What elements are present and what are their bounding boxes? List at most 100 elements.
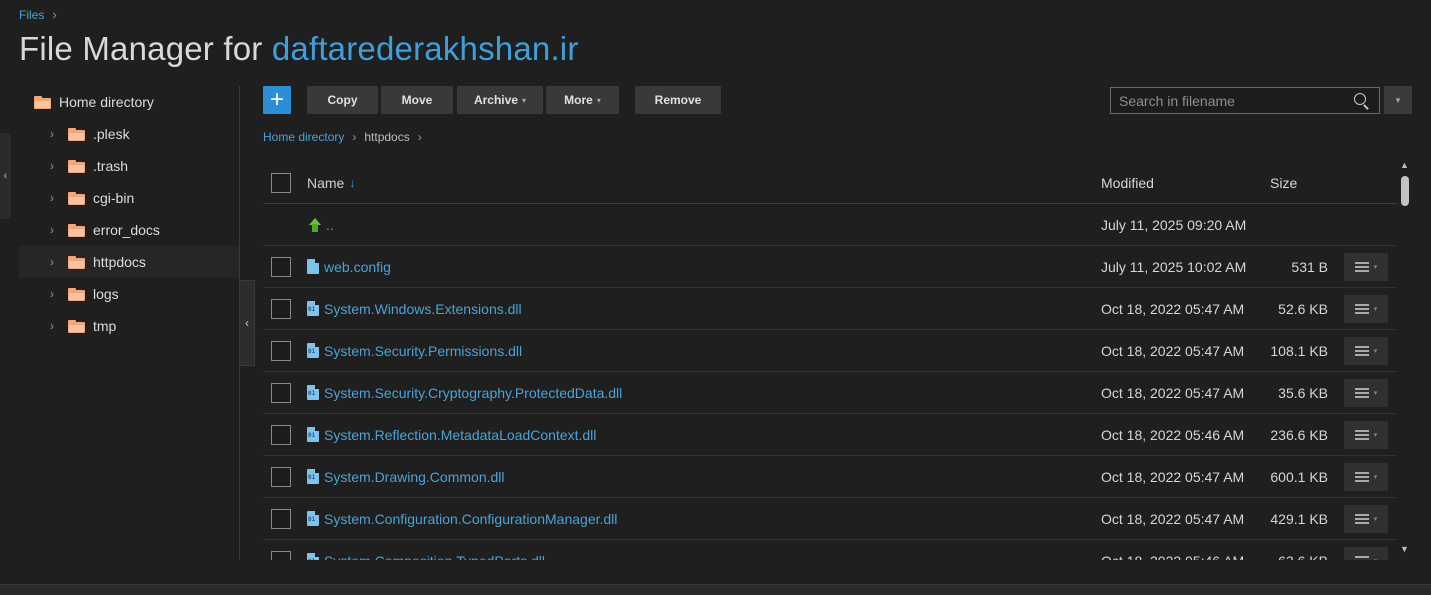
table-row-parent[interactable]: .. July 11, 2025 09:20 AM [263,204,1397,246]
folder-icon [68,255,85,269]
row-actions-menu-button[interactable]: ▾ [1344,420,1388,449]
collapse-tree-button[interactable]: ‹ [239,280,255,366]
hamburger-icon [1354,429,1369,440]
table-row[interactable]: 01 System.Drawing.Common.dll Oct 18, 2022 … [263,456,1397,498]
parent-directory-link[interactable]: .. [307,217,334,233]
remove-button[interactable]: Remove [635,86,721,114]
hamburger-icon [1354,261,1369,272]
sort-arrow-down-icon: ↓ [349,175,356,190]
copy-button[interactable]: Copy [307,86,378,114]
row-checkbox[interactable] [271,298,291,319]
row-checkbox[interactable] [271,508,291,529]
tree-item-cgi-bin[interactable]: › cgi-bin [19,182,239,214]
file-name-link[interactable]: System.Security.Permissions.dll [324,343,522,359]
modified-cell: Oct 18, 2022 05:47 AM [1101,342,1245,359]
collapse-left-panel-button[interactable]: ‹ [0,133,11,219]
chevron-down-icon: ▾ [1395,94,1401,105]
modified-column-header[interactable]: Modified [1101,175,1154,191]
file-name-cell[interactable]: 01 System.Security.Permissions.dll [307,343,522,359]
file-name-link[interactable]: web.config [324,259,391,275]
row-checkbox[interactable] [271,256,291,277]
chevron-right-icon[interactable]: › [46,255,58,269]
file-name-cell[interactable]: 01 System.Drawing.Common.dll [307,469,505,485]
file-name-link[interactable]: System.Security.Cryptography.ProtectedDa… [324,385,622,401]
page-title: File Manager for daftarederakhshan.ir [19,30,579,68]
file-name-cell[interactable]: 01 System.Reflection.MetadataLoadContext.… [307,427,596,443]
modified-cell: July 11, 2025 10:02 AM [1101,258,1247,275]
row-actions-menu-button[interactable]: ▾ [1344,462,1388,491]
file-name-cell[interactable]: 01 System.Security.Cryptography.Protected… [307,385,622,401]
file-name-link[interactable]: System.Windows.Extensions.dll [324,301,522,317]
file-name-link[interactable]: System.Composition.TypedParts.dll [324,553,545,561]
row-actions-menu-button[interactable]: ▾ [1344,252,1388,281]
row-checkbox[interactable] [271,424,291,445]
search-options-button[interactable]: ▾ [1384,86,1412,114]
file-name-link[interactable]: System.Drawing.Common.dll [324,469,505,485]
file-name-cell[interactable]: 01 System.Windows.Extensions.dll [307,301,522,317]
table-row[interactable]: 01 System.Composition.TypedParts.dll Oct 1… [263,540,1397,560]
binary-file-icon: 01 [307,553,319,560]
breadcrumb-separator-icon: › [52,7,57,22]
row-actions-menu-button[interactable]: ▾ [1344,294,1388,323]
row-checkbox[interactable] [271,382,291,403]
breadcrumb-files-link[interactable]: Files [19,8,44,22]
table-row[interactable]: 01 System.Configuration.ConfigurationMana… [263,498,1397,540]
tree-item-tmp[interactable]: › tmp [19,310,239,342]
search-icon[interactable] [1353,92,1371,110]
scrollbar-thumb[interactable] [1401,176,1409,206]
tree-item-logs[interactable]: › logs [19,278,239,310]
page-title-domain[interactable]: daftarederakhshan.ir [272,30,579,67]
modified-cell: Oct 18, 2022 05:46 AM [1101,426,1245,443]
tree-item-httpdocs[interactable]: › httpdocs [19,246,239,278]
size-cell: 236.6 KB [1270,426,1328,443]
tree-item-error-docs[interactable]: › error_docs [19,214,239,246]
select-all-checkbox[interactable] [271,172,291,193]
size-cell: 600.1 KB [1270,468,1328,485]
file-name-cell[interactable]: 01 System.Configuration.ConfigurationMana… [307,511,617,527]
size-column-header[interactable]: Size [1270,175,1297,191]
table-row[interactable]: 01 System.Security.Permissions.dll Oct 18,… [263,330,1397,372]
tree-item-home-directory[interactable]: Home directory [19,86,239,118]
row-actions-menu-button[interactable]: ▾ [1344,546,1388,560]
add-button[interactable]: + [263,86,291,114]
chevron-right-icon[interactable]: › [46,159,58,173]
move-button[interactable]: Move [381,86,453,114]
chevron-right-icon[interactable]: › [46,287,58,301]
copy-button-label: Copy [327,93,358,107]
file-name-link[interactable]: System.Reflection.MetadataLoadContext.dl… [324,427,596,443]
file-name-cell[interactable]: 01 System.Composition.TypedParts.dll [307,553,545,561]
chevron-right-icon[interactable]: › [46,223,58,237]
table-row[interactable]: web.config July 11, 2025 10:02 AM 531 B ▾ [263,246,1397,288]
chevron-right-icon[interactable]: › [46,127,58,141]
row-actions-menu-button[interactable]: ▾ [1344,504,1388,533]
more-button[interactable]: More ▾ [546,86,619,114]
name-column-header[interactable]: Name ↓ [307,175,355,191]
modified-cell: Oct 18, 2022 05:47 AM [1101,468,1245,485]
file-name-cell[interactable]: web.config [307,259,391,275]
chevron-down-icon: ▾ [596,95,601,105]
search-input[interactable]: Search in filename [1110,87,1380,114]
row-actions-menu-button[interactable]: ▾ [1344,378,1388,407]
row-actions-menu-button[interactable]: ▾ [1344,336,1388,365]
size-cell: 531 B [1291,258,1328,275]
chevron-down-icon: ▾ [1373,305,1378,313]
binary-file-icon: 01 [307,301,319,316]
table-row[interactable]: 01 System.Windows.Extensions.dll Oct 18, 2… [263,288,1397,330]
scroll-up-arrow-icon[interactable]: ▲ [1400,160,1409,170]
archive-button[interactable]: Archive ▾ [457,86,543,114]
row-checkbox[interactable] [271,466,291,487]
file-name-link[interactable]: System.Configuration.ConfigurationManage… [324,511,617,527]
table-row[interactable]: 01 System.Reflection.MetadataLoadContext.… [263,414,1397,456]
folder-icon [68,159,85,173]
scroll-down-arrow-icon[interactable]: ▼ [1400,544,1409,554]
hamburger-icon [1354,345,1369,356]
row-checkbox[interactable] [271,340,291,361]
footer-bar [0,584,1431,595]
tree-item-trash[interactable]: › .trash [19,150,239,182]
tree-item-plesk[interactable]: › .plesk [19,118,239,150]
chevron-right-icon[interactable]: › [46,319,58,333]
table-row[interactable]: 01 System.Security.Cryptography.Protected… [263,372,1397,414]
chevron-right-icon[interactable]: › [46,191,58,205]
row-checkbox[interactable] [271,550,291,560]
path-home-link[interactable]: Home directory [263,130,344,144]
